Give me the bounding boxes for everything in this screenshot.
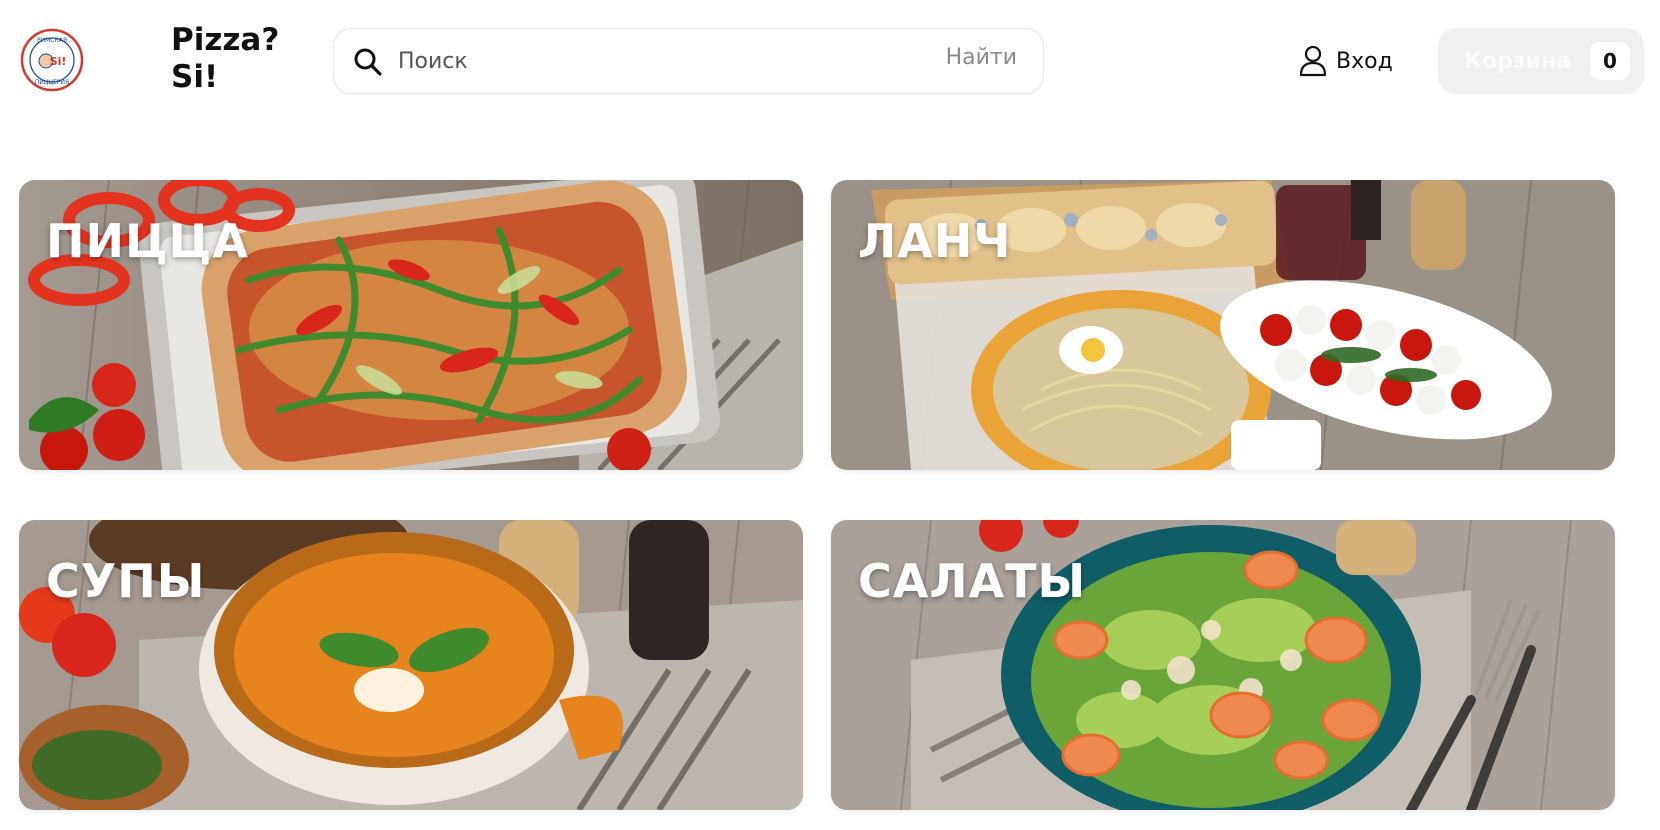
- logo-bottom-text: ПИЦЦЕРИЯ: [35, 79, 69, 86]
- search-icon[interactable]: [352, 46, 384, 78]
- category-card-salads[interactable]: САЛАТЫ: [831, 520, 1615, 810]
- user-icon: [1299, 45, 1327, 77]
- category-card-soups[interactable]: СУПЫ: [19, 520, 803, 810]
- brand-line-1: Pizza?: [171, 22, 280, 58]
- search-input[interactable]: [398, 41, 958, 81]
- login-button[interactable]: Вход: [1298, 44, 1393, 78]
- category-title-salads: САЛАТЫ: [858, 554, 1087, 608]
- category-title-lunch: ЛАНЧ: [858, 214, 1012, 268]
- login-label: Вход: [1336, 48, 1393, 74]
- category-title-soups: СУПЫ: [46, 554, 206, 608]
- pizzeria-logo-icon: РИМСКАЯ ПИЦЦЕРИЯ Si!: [20, 28, 84, 92]
- search-button[interactable]: Найти: [946, 45, 1017, 70]
- logo-top-text: РИМСКАЯ: [37, 37, 67, 44]
- search-bar: Найти: [333, 28, 1044, 94]
- logo-center-text: Si!: [50, 55, 67, 68]
- cart-count-badge: 0: [1590, 42, 1630, 80]
- cart-button[interactable]: Корзина 0: [1438, 28, 1644, 94]
- category-title-pizza: ПИЦЦА: [46, 214, 249, 268]
- category-card-pizza[interactable]: ПИЦЦА: [19, 180, 803, 470]
- header: РИМСКАЯ ПИЦЦЕРИЯ Si! Pizza? Si! Найти Вх…: [0, 0, 1660, 120]
- brand-line-2: Si!: [171, 59, 219, 95]
- logo[interactable]: РИМСКАЯ ПИЦЦЕРИЯ Si!: [20, 28, 84, 92]
- category-card-lunch[interactable]: ЛАНЧ: [831, 180, 1615, 470]
- brand-name[interactable]: Pizza? Si!: [171, 22, 311, 96]
- cart-label: Корзина: [1464, 48, 1572, 74]
